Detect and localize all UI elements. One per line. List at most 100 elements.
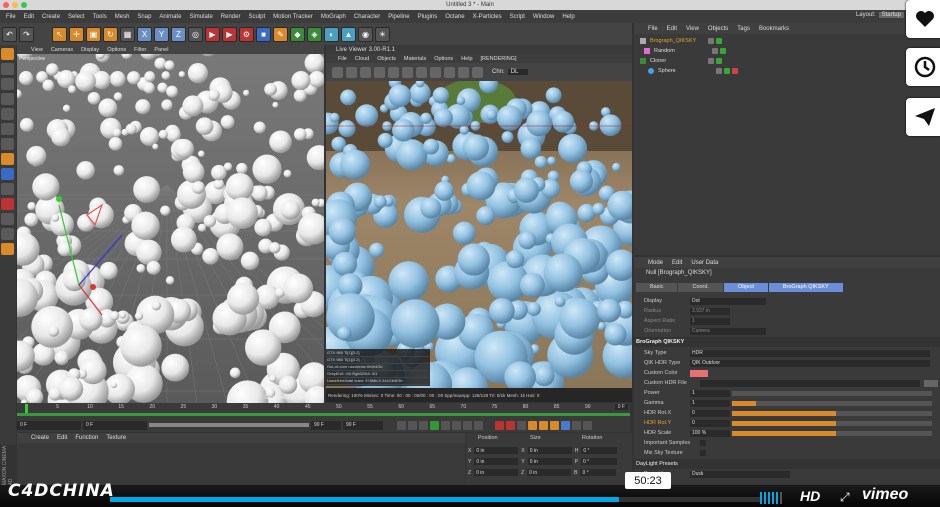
hdr-rot-y-field[interactable]: 0 — [690, 419, 730, 427]
rotation-h-field[interactable]: 0 ° — [581, 447, 618, 454]
lv-menu-objects[interactable]: Objects — [377, 56, 396, 62]
menu-help[interactable]: Help — [562, 14, 574, 20]
tweak-mode-icon[interactable] — [1, 153, 14, 165]
move-icon[interactable]: ✛ — [69, 26, 84, 42]
size-y-field[interactable]: 0 in — [527, 458, 572, 465]
workplane-icon[interactable] — [1, 78, 14, 90]
subdivision-icon[interactable]: ◆ — [290, 26, 305, 42]
menu-character[interactable]: Character — [354, 14, 380, 20]
lv-pick-icon[interactable] — [472, 66, 483, 78]
menu-snap[interactable]: Snap — [137, 14, 151, 20]
axis-mode-icon[interactable] — [1, 138, 14, 150]
menu-x-particles[interactable]: X-Particles — [473, 14, 502, 20]
magnet-icon[interactable] — [1, 213, 14, 225]
orientation-dropdown[interactable]: Camera — [690, 327, 766, 335]
om-menu-tags[interactable]: Tags — [737, 26, 750, 32]
radius-field[interactable]: 3.937 in — [690, 307, 730, 315]
play-icon[interactable] — [430, 420, 439, 430]
position-y-field[interactable]: 0 in — [474, 458, 519, 465]
timeline-range-bar[interactable] — [17, 413, 630, 416]
menu-simulate[interactable]: Simulate — [189, 14, 212, 20]
daylight-preset-dropdown[interactable]: Dusk — [690, 470, 790, 478]
important-samples-checkbox[interactable] — [700, 440, 706, 446]
record-active-icon[interactable] — [495, 420, 504, 430]
power-slider[interactable] — [732, 390, 932, 396]
like-button[interactable] — [906, 0, 940, 38]
viewport-menu-cameras[interactable]: Cameras — [51, 47, 73, 53]
next-key-icon[interactable] — [452, 420, 461, 430]
grid-icon[interactable] — [1, 243, 14, 255]
size-x-field[interactable]: 0 in — [527, 447, 572, 454]
object-row-cloner[interactable]: Cloner — [640, 56, 930, 66]
am-menu-edit[interactable]: Edit — [672, 260, 682, 266]
edges-mode-icon[interactable] — [1, 108, 14, 120]
menu-script[interactable]: Script — [510, 14, 525, 20]
gamma-slider[interactable] — [732, 400, 932, 406]
menu-sculpt[interactable]: Sculpt — [248, 14, 265, 20]
key-parameter-icon[interactable] — [561, 420, 570, 430]
position-z-field[interactable]: 0 in — [474, 469, 519, 476]
object-row-sphere[interactable]: Sphere — [648, 66, 938, 76]
rotation-b-field[interactable]: 0 ° — [580, 469, 617, 476]
hdr-scale-slider[interactable] — [732, 430, 932, 436]
key-rotation-icon[interactable] — [550, 420, 559, 430]
share-button[interactable] — [906, 98, 940, 136]
menu-pipeline[interactable]: Pipeline — [388, 14, 409, 20]
y-axis-icon[interactable]: Y — [154, 26, 169, 42]
menu-mesh[interactable]: Mesh — [115, 14, 130, 20]
browse-button[interactable] — [924, 379, 938, 387]
scale-icon[interactable]: ▣ — [86, 26, 101, 42]
om-menu-view[interactable]: View — [686, 26, 699, 32]
custom-color-swatch[interactable] — [690, 369, 708, 377]
om-menu-edit[interactable]: Edit — [667, 26, 677, 32]
coordinate-system-icon[interactable]: ◎ — [188, 26, 203, 42]
solo-icon[interactable] — [1, 198, 14, 210]
enable-axis-icon[interactable] — [1, 228, 14, 240]
texture-mode-icon[interactable] — [1, 63, 14, 75]
menu-edit[interactable]: Edit — [24, 14, 34, 20]
video-progress-bar[interactable] — [110, 497, 762, 502]
display-dropdown[interactable]: Dot — [690, 297, 766, 305]
preview-max-field[interactable]: 90 F — [311, 420, 341, 430]
rotate-icon[interactable]: ↻ — [103, 26, 118, 42]
object-row-brograph[interactable]: Brograph_QIKSKY — [640, 36, 930, 46]
previous-key-icon[interactable] — [408, 420, 417, 430]
lv-region-icon[interactable] — [444, 66, 455, 78]
cube-icon[interactable]: ■ — [256, 26, 271, 42]
volume-icon[interactable] — [760, 492, 782, 504]
menu-plugins[interactable]: Plugins — [418, 14, 438, 20]
close-window-button[interactable] — [3, 2, 9, 8]
lv-menu-file[interactable]: File — [338, 56, 347, 62]
lv-settings-icon[interactable] — [388, 66, 399, 78]
lv-lock-icon[interactable] — [402, 66, 413, 78]
scene-icon[interactable]: ▲ — [341, 26, 356, 42]
section-daylight-presets[interactable]: DayLight Presets — [634, 459, 940, 469]
position-x-field[interactable]: 0 in — [474, 447, 519, 454]
z-axis-icon[interactable]: Z — [171, 26, 186, 42]
polygons-mode-icon[interactable] — [1, 123, 14, 135]
lv-material-icon[interactable] — [416, 66, 427, 78]
am-menu-user-data[interactable]: User Data — [691, 260, 718, 266]
next-frame-icon[interactable] — [441, 420, 450, 430]
custom-hdr-file-field[interactable] — [700, 379, 920, 387]
live-viewer-render[interactable] — [326, 81, 632, 388]
undo-icon[interactable]: ↶ — [2, 26, 17, 42]
lv-menu-materials[interactable]: Materials — [404, 56, 426, 62]
om-menu-bookmarks[interactable]: Bookmarks — [759, 26, 789, 32]
lv-menu-help[interactable]: Help — [461, 56, 472, 62]
hdr-rot-x-field[interactable]: 0 — [690, 409, 730, 417]
lv-restart-icon[interactable] — [346, 66, 357, 78]
light-icon[interactable]: ☀ — [375, 26, 390, 42]
object-flags[interactable] — [708, 38, 722, 44]
hdr-scale-field[interactable]: 100 % — [690, 429, 730, 437]
editor-viewport[interactable]: View Cameras Display Options Filter Pane… — [17, 45, 324, 403]
menu-window[interactable]: Window — [533, 14, 554, 20]
am-menu-mode[interactable]: Mode — [648, 260, 663, 266]
viewport-menu-display[interactable]: Display — [81, 47, 99, 53]
layout-dropdown[interactable]: Startup — [878, 12, 904, 18]
menu-create[interactable]: Create — [42, 14, 60, 20]
timeline-ruler[interactable]: 051015202530354045505560657075808590 0 F — [17, 403, 630, 418]
fullscreen-icon[interactable]: ⤢ — [840, 490, 850, 505]
recent-tools-icon[interactable]: ▦ — [120, 26, 135, 42]
array-icon[interactable]: ◈ — [307, 26, 322, 42]
